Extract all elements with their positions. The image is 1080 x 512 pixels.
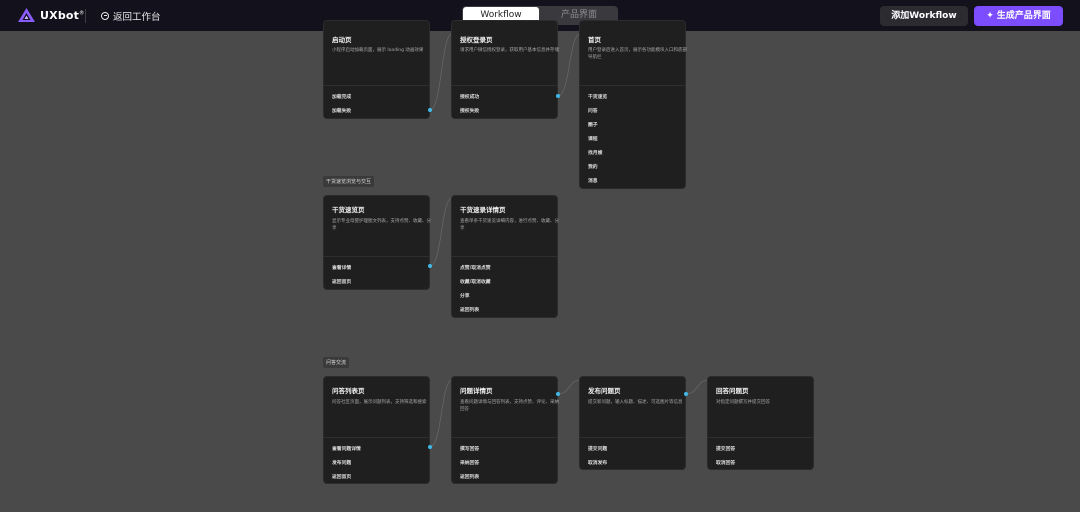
card-title: 启动页	[332, 36, 352, 44]
connector-dot[interactable]	[684, 392, 688, 396]
card-action[interactable]: 加载失败	[332, 107, 351, 114]
connector-line	[557, 33, 581, 97]
card-action[interactable]: 问答	[588, 107, 598, 114]
back-to-workspace-button[interactable]: 返回工作台	[101, 9, 161, 23]
uxbot-logo-icon	[18, 8, 35, 22]
card-action[interactable]: 找月嫂	[588, 149, 602, 156]
card-title: 问题详情页	[460, 387, 493, 395]
card-action[interactable]: 取消回答	[716, 459, 735, 466]
card-divider	[324, 85, 429, 86]
card-description: 提交新问题，输入标题、描述、可选图片等信息	[588, 400, 683, 405]
card-action[interactable]: 取消发布	[588, 459, 607, 466]
card-action[interactable]: 圈子	[588, 121, 598, 128]
flow-card-auth-login[interactable]: 授权登录页 请求用户微信授权登录，获取用户基本信息并存储 授权成功 授权失败	[451, 20, 559, 119]
flow-card-qa-list[interactable]: 问答列表页 问答社区页面，展示问题列表，支持筛选和搜索 查看问题详情 发布问题 …	[323, 376, 430, 484]
connector-line	[429, 33, 453, 111]
header-divider	[85, 9, 86, 23]
card-divider	[324, 437, 429, 438]
card-action[interactable]: 返回首页	[332, 278, 351, 285]
card-divider	[452, 437, 557, 438]
connector-dot[interactable]	[556, 94, 560, 98]
card-action[interactable]: 发布问题	[332, 459, 351, 466]
card-divider	[452, 85, 557, 86]
card-title: 授权登录页	[460, 36, 493, 44]
card-action[interactable]: 采纳回答	[460, 459, 479, 466]
card-action[interactable]: 授权失败	[460, 107, 479, 114]
generate-ui-label: 生成产品界面	[996, 11, 1051, 21]
sparkle-icon: ✦	[986, 11, 994, 21]
card-action[interactable]: 消息	[588, 177, 598, 184]
card-action[interactable]: 查看问题详情	[332, 445, 361, 452]
card-description: 请求用户微信授权登录，获取用户基本信息并存储	[460, 48, 559, 53]
card-action[interactable]: 我的	[588, 163, 598, 170]
connector-line	[557, 379, 581, 395]
card-action[interactable]: 返回列表	[460, 473, 479, 480]
connector-line	[429, 379, 453, 448]
card-action[interactable]: 干货速览	[588, 93, 607, 100]
connector-dot[interactable]	[428, 108, 432, 112]
card-divider	[580, 85, 685, 86]
card-action[interactable]: 返回首页	[332, 473, 351, 480]
card-title: 干货速览页	[332, 206, 365, 214]
card-title: 问答列表页	[332, 387, 365, 395]
card-description: 查看问题详情与回答列表，支持点赞、评论、采纳回答	[460, 400, 559, 413]
connector-dot[interactable]	[428, 264, 432, 268]
card-description: 问答社区页面，展示问题列表，支持筛选和搜索	[332, 400, 427, 405]
connector-line	[429, 197, 453, 267]
flow-card-launch[interactable]: 启动页 小程序启动加载页面，展示 loading 动画效果 加载完成 加载失败	[323, 20, 430, 119]
flow-card-question-detail[interactable]: 问题详情页 查看问题详情与回答列表，支持点赞、评论、采纳回答 撰写回答 采纳回答…	[451, 376, 559, 484]
card-action[interactable]: 查看详情	[332, 264, 351, 271]
connector-dot[interactable]	[428, 445, 432, 449]
connector-line	[685, 379, 709, 395]
card-action[interactable]: 授权成功	[460, 93, 479, 100]
card-action[interactable]: 分享	[460, 292, 470, 299]
card-title: 回答问题页	[716, 387, 749, 395]
card-description: 显示专业母婴护理图文列表，支持点赞、收藏、分享	[332, 219, 431, 232]
card-action[interactable]: 点赞/取消点赞	[460, 264, 491, 271]
back-label: 返回工作台	[113, 12, 161, 23]
connector-dot[interactable]	[556, 392, 560, 396]
card-description: 用户登录后进入首页，展示各功能模块入口和底部导航栏	[588, 48, 687, 61]
card-action[interactable]: 撰写回答	[460, 445, 479, 452]
card-description: 查看单条干货速览详细内容，进行点赞、收藏、分享	[460, 219, 559, 232]
flow-card-tips-list[interactable]: 干货速览页 显示专业母婴护理图文列表，支持点赞、收藏、分享 查看详情 返回首页	[323, 195, 431, 290]
logo-text: UXbot®	[40, 8, 85, 22]
card-divider	[324, 256, 429, 257]
flow-card-answer-question[interactable]: 回答问题页 对指定问题撰写并提交回答 提交回答 取消回答	[707, 376, 814, 470]
card-divider	[580, 437, 685, 438]
add-workflow-button[interactable]: 添加Workflow	[880, 6, 968, 26]
card-description: 小程序启动加载页面，展示 loading 动画效果	[332, 48, 424, 53]
back-arrow-icon	[101, 12, 109, 20]
card-action[interactable]: 收藏/取消收藏	[460, 278, 491, 285]
group-label: 干货速览浏览与交互	[323, 176, 375, 187]
flow-card-tips-detail[interactable]: 干货速录详情页 查看单条干货速览详细内容，进行点赞、收藏、分享 点赞/取消点赞 …	[451, 195, 559, 318]
group-label: 问答交流	[323, 357, 350, 368]
logo[interactable]: UXbot®	[18, 8, 84, 22]
card-action[interactable]: 返回列表	[460, 306, 479, 313]
card-action[interactable]: 提交回答	[716, 445, 735, 452]
card-action[interactable]: 加载完成	[332, 93, 351, 100]
card-action[interactable]: 提交问题	[588, 445, 607, 452]
flow-card-post-question[interactable]: 发布问题页 提交新问题，输入标题、描述、可选图片等信息 提交问题 取消发布	[579, 376, 686, 470]
card-description: 对指定问题撰写并提交回答	[716, 400, 770, 405]
card-title: 首页	[588, 36, 601, 44]
card-divider	[708, 437, 813, 438]
flow-card-home[interactable]: 首页 用户登录后进入首页，展示各功能模块入口和底部导航栏 干货速览 问答 圈子 …	[579, 20, 687, 189]
card-title: 干货速录详情页	[460, 206, 506, 214]
card-action[interactable]: 课程	[588, 135, 598, 142]
generate-ui-button[interactable]: ✦ 生成产品界面	[974, 6, 1063, 26]
card-title: 发布问题页	[588, 387, 621, 395]
card-divider	[452, 256, 557, 257]
